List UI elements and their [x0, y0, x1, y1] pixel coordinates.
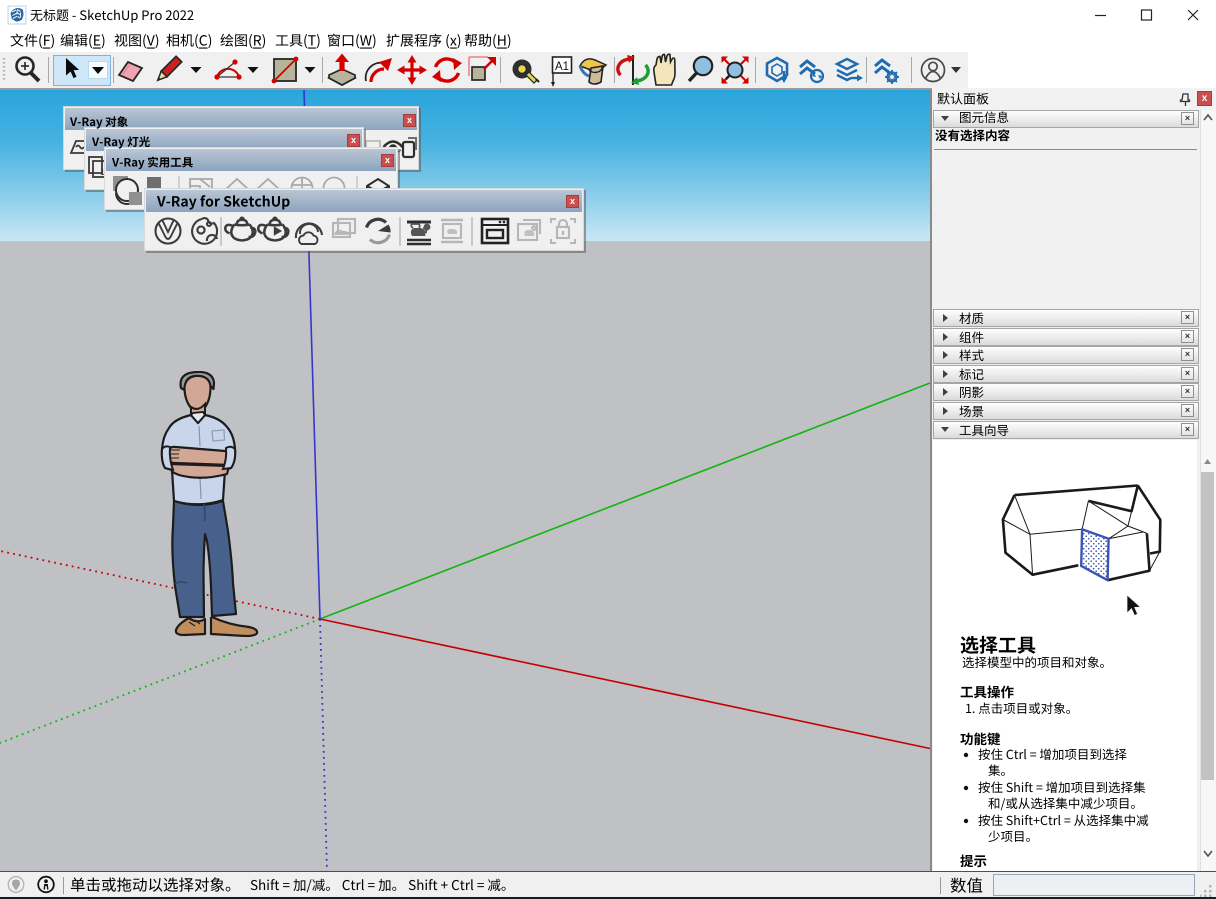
svg-text:A1: A1: [555, 61, 569, 73]
